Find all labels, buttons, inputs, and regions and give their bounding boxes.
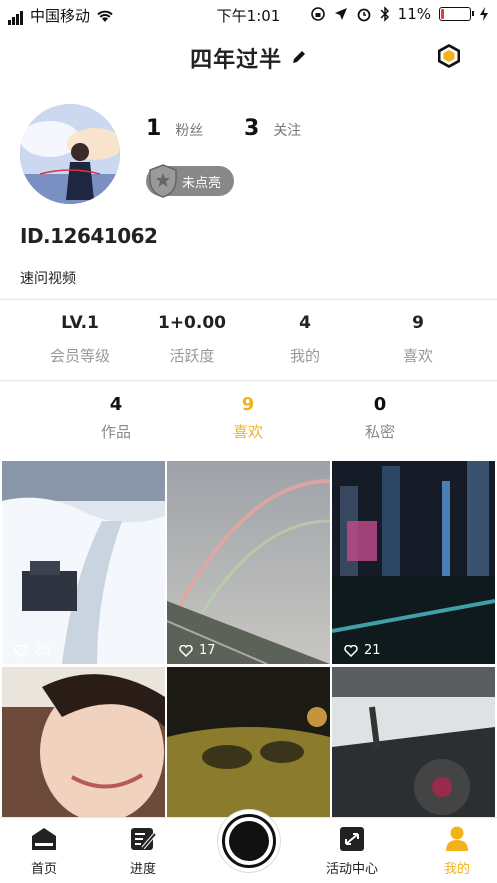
likes-label: 喜欢: [402, 347, 433, 365]
edit-pencil-icon[interactable]: [291, 49, 307, 65]
member-level-value: LV.1: [61, 313, 99, 333]
tab-private-label: 私密: [364, 423, 395, 441]
member-level-label: 会员等级: [49, 347, 110, 365]
battery-percent: 11%: [397, 5, 431, 23]
shield-star-icon: [149, 164, 177, 198]
video-thumbnail[interactable]: 17: [167, 461, 330, 664]
location-icon: [334, 8, 347, 20]
video-thumbnail[interactable]: 21: [332, 461, 495, 664]
stat-likes[interactable]: 9 喜欢: [356, 313, 480, 366]
follow-label: 关注: [273, 123, 302, 139]
alarm-icon: [357, 8, 371, 22]
user-id: ID.12641062: [20, 224, 158, 248]
tab-likes-label: 喜欢: [232, 423, 263, 441]
nav-mine[interactable]: 我的: [417, 826, 497, 877]
follow-count: 3: [244, 116, 260, 141]
activity-value: 1+0.00: [157, 313, 227, 333]
divider: [0, 299, 497, 300]
like-count-value: 21: [364, 643, 381, 658]
bluetooth-icon: [380, 6, 389, 22]
mine-value: 4: [299, 313, 311, 333]
heart-icon: [179, 644, 193, 657]
nav-home[interactable]: 首页: [4, 826, 84, 877]
record-icon: [229, 821, 269, 861]
nav-progress-label: 进度: [129, 862, 156, 877]
status-bar: 中国移动 下午1:01 11%: [0, 0, 497, 28]
battery-icon: [439, 7, 474, 21]
mine-label: 我的: [289, 347, 320, 365]
stat-activity[interactable]: 1+0.00 活跃度: [130, 313, 254, 366]
nav-mine-label: 我的: [443, 862, 470, 877]
like-count: 17: [179, 643, 216, 658]
activity-label: 活跃度: [169, 347, 215, 365]
settings-hexagon-icon[interactable]: [435, 42, 463, 70]
heart-icon: [14, 644, 28, 657]
video-thumbnail[interactable]: 25: [2, 461, 165, 664]
page-title[interactable]: 四年过半: [0, 42, 497, 74]
nav-home-label: 首页: [30, 862, 57, 877]
follow-stat[interactable]: 3 关注: [244, 116, 301, 141]
heart-icon: [344, 644, 358, 657]
nav-activity[interactable]: 活动中心: [312, 826, 392, 877]
fans-label: 粉丝: [175, 123, 204, 139]
stat-member-level[interactable]: LV.1 会员等级: [18, 313, 142, 366]
tab-likes-count: 9: [241, 394, 255, 415]
level-badge[interactable]: 未点亮: [146, 164, 234, 198]
home-icon: [30, 826, 58, 852]
page-title-text: 四年过半: [190, 48, 283, 73]
like-count: 25: [14, 643, 51, 658]
like-count: 21: [344, 643, 381, 658]
tab-works[interactable]: 4 作品: [66, 394, 166, 442]
nav-progress[interactable]: 进度: [103, 826, 183, 877]
fans-count: 1: [146, 116, 162, 141]
fans-stat[interactable]: 1 粉丝: [146, 116, 203, 141]
likes-value: 9: [412, 313, 424, 333]
divider: [0, 380, 497, 381]
like-count-value: 17: [199, 643, 216, 658]
activity-center-icon: [338, 826, 366, 852]
rotation-lock-icon: [310, 7, 325, 21]
progress-icon: [129, 826, 157, 852]
like-count-value: 25: [34, 643, 51, 658]
tab-private-count: 0: [373, 394, 387, 415]
record-button[interactable]: [218, 810, 280, 872]
stat-mine[interactable]: 4 我的: [243, 313, 367, 366]
tab-private[interactable]: 0 私密: [330, 394, 430, 442]
tab-likes[interactable]: 9 喜欢: [198, 394, 298, 442]
tab-works-label: 作品: [100, 423, 131, 441]
user-bio: 速问视频: [20, 271, 76, 287]
avatar[interactable]: [20, 104, 120, 204]
user-icon: [443, 826, 471, 852]
badge-label: 未点亮: [182, 175, 222, 191]
tab-works-count: 4: [109, 394, 123, 415]
nav-activity-label: 活动中心: [325, 862, 378, 877]
charging-icon: [480, 7, 488, 21]
header: 四年过半: [0, 30, 497, 82]
